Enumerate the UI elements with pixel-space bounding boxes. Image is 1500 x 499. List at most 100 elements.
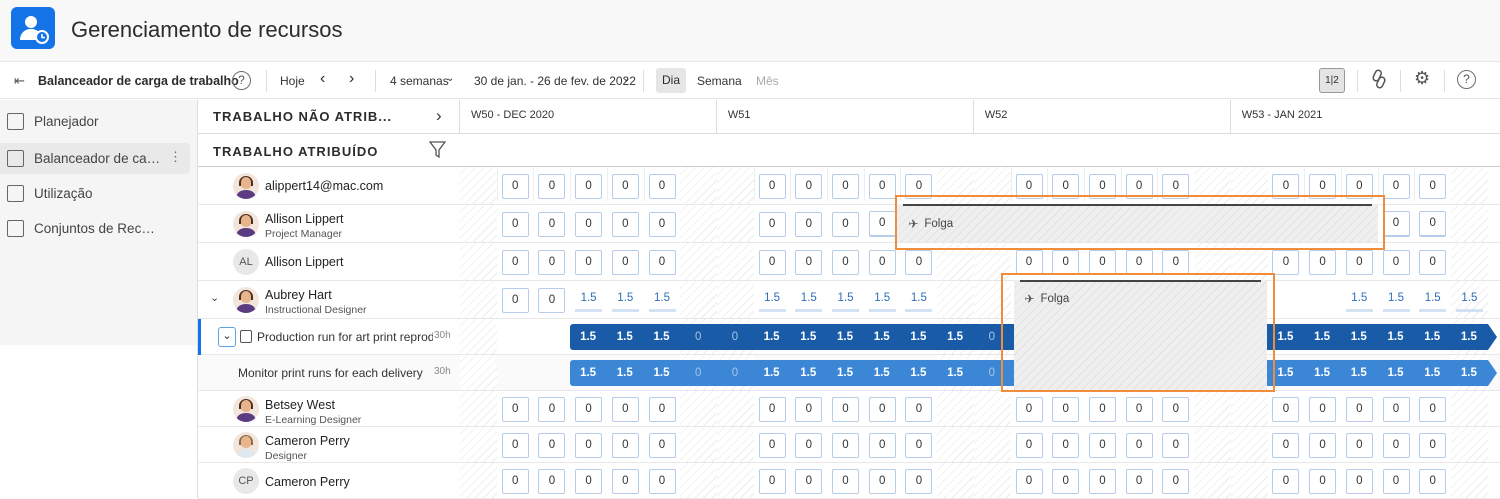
hours-cell[interactable]: 0: [1345, 432, 1373, 458]
date-range-dropdown[interactable]: 30 de jan. - 26 de fev. de 2022: [474, 74, 636, 88]
hours-cell[interactable]: 0: [501, 249, 529, 275]
hours-cell[interactable]: 0: [1419, 432, 1447, 458]
view-month-button[interactable]: Mês: [756, 74, 779, 88]
hours-cell[interactable]: 0: [758, 249, 786, 275]
hours-cell[interactable]: 0: [501, 211, 529, 237]
hours-cell[interactable]: 0: [1088, 432, 1116, 458]
hours-cell[interactable]: 0: [758, 468, 786, 494]
chevron-down-icon[interactable]: ⌄: [210, 291, 219, 304]
hours-cell[interactable]: 0: [501, 468, 529, 494]
hours-cell[interactable]: 0: [575, 468, 603, 494]
hours-cell[interactable]: 0: [1015, 468, 1043, 494]
hours-cell[interactable]: 0: [1419, 211, 1447, 236]
hours-cell[interactable]: 0: [611, 173, 639, 199]
hours-cell[interactable]: 0: [1272, 396, 1300, 422]
hours-cell[interactable]: 0: [1382, 249, 1410, 275]
gear-icon[interactable]: ⚙: [1414, 68, 1430, 89]
hours-cell[interactable]: 0: [1419, 468, 1447, 494]
hours-cell[interactable]: 0: [538, 211, 566, 237]
hours-cell[interactable]: 0: [648, 468, 676, 494]
hours-cell[interactable]: 0: [575, 211, 603, 237]
hours-cell[interactable]: 0: [1272, 432, 1300, 458]
hours-cell[interactable]: 0: [1015, 432, 1043, 458]
hours-cell[interactable]: 0: [758, 173, 786, 199]
hours-cell[interactable]: 0: [795, 432, 823, 458]
hours-cell[interactable]: 0: [832, 211, 859, 237]
hours-cell[interactable]: 0: [868, 211, 896, 236]
hours-cell[interactable]: 0: [501, 173, 529, 199]
task-name[interactable]: Monitor print runs for each delivery: [238, 366, 428, 380]
hours-cell[interactable]: 0: [1088, 249, 1116, 275]
hours-cell[interactable]: 0: [1125, 249, 1153, 275]
hours-cell[interactable]: 0: [832, 173, 859, 199]
hours-cell[interactable]: 0: [538, 468, 566, 494]
hours-cell[interactable]: 0: [1382, 173, 1410, 199]
hours-cell[interactable]: 0: [832, 396, 859, 422]
hours-cell[interactable]: 0: [1088, 468, 1116, 494]
previous-arrow-icon[interactable]: ‹: [320, 70, 325, 88]
hours-cell[interactable]: 0: [1309, 468, 1337, 494]
hours-cell[interactable]: 0: [1162, 249, 1190, 275]
hours-cell[interactable]: 0: [538, 173, 566, 199]
hours-cell[interactable]: 0: [648, 249, 676, 275]
hours-cell[interactable]: 0: [1125, 432, 1153, 458]
today-button[interactable]: Hoje: [280, 74, 305, 88]
hours-cell[interactable]: 0: [832, 468, 859, 494]
hours-cell[interactable]: 0: [538, 396, 566, 422]
filter-icon[interactable]: [428, 141, 447, 163]
hours-cell[interactable]: 0: [501, 287, 529, 313]
hours-cell[interactable]: 0: [1345, 468, 1373, 494]
link-icon[interactable]: [1370, 69, 1388, 92]
hours-cell[interactable]: 0: [1419, 173, 1447, 199]
hours-cell[interactable]: 0: [1052, 249, 1080, 275]
hours-cell[interactable]: 0: [868, 432, 896, 458]
hours-cell[interactable]: 0: [758, 211, 786, 237]
hours-cell[interactable]: 0: [1162, 432, 1190, 458]
hours-cell[interactable]: 0: [1162, 396, 1190, 422]
hours-cell[interactable]: 0: [1309, 249, 1337, 275]
hours-cell[interactable]: 0: [1382, 211, 1410, 236]
sidebar-item-utilization[interactable]: Utilização: [0, 178, 190, 209]
hours-cell[interactable]: 0: [501, 396, 529, 422]
hours-cell[interactable]: 0: [1015, 249, 1043, 275]
hours-cell[interactable]: 0: [832, 249, 859, 275]
hours-cell[interactable]: 0: [1382, 468, 1410, 494]
hours-cell[interactable]: 0: [1382, 432, 1410, 458]
hours-cell[interactable]: 0: [538, 432, 566, 458]
hours-cell[interactable]: 0: [868, 249, 896, 275]
hours-cell[interactable]: 0: [905, 249, 933, 275]
weeks-dropdown[interactable]: 4 semanas: [390, 74, 449, 88]
hours-cell[interactable]: 0: [795, 173, 823, 199]
hours-cell[interactable]: 0: [1162, 468, 1190, 494]
chevron-right-icon[interactable]: ›: [436, 106, 442, 126]
hours-cell[interactable]: 0: [868, 468, 896, 494]
hours-cell[interactable]: 0: [758, 432, 786, 458]
hours-cell[interactable]: 0: [1309, 396, 1337, 422]
hours-cell[interactable]: 0: [611, 396, 639, 422]
split-view-button[interactable]: 1|2: [1319, 68, 1345, 93]
hours-cell[interactable]: 0: [538, 249, 566, 275]
drag-handle-icon[interactable]: ⋮: [169, 149, 182, 165]
hours-cell[interactable]: 0: [648, 211, 676, 237]
hours-cell[interactable]: 0: [1272, 468, 1300, 494]
hours-cell[interactable]: 0: [1125, 468, 1153, 494]
unassigned-work-header[interactable]: TRABALHO NÃO ATRIB...: [213, 109, 392, 124]
hours-cell[interactable]: 0: [1345, 396, 1373, 422]
hours-cell[interactable]: 0: [1345, 249, 1373, 275]
hours-cell[interactable]: 0: [1272, 249, 1300, 275]
hours-cell[interactable]: 0: [868, 173, 896, 199]
hours-cell[interactable]: 0: [1052, 396, 1080, 422]
sidebar-item-resource-pools[interactable]: Conjuntos de Recursos: [0, 213, 190, 244]
hours-cell[interactable]: 0: [868, 396, 896, 422]
hours-cell[interactable]: 0: [611, 249, 639, 275]
task-name[interactable]: Production run for art print reproductio…: [257, 330, 433, 344]
hours-cell[interactable]: 0: [1052, 468, 1080, 494]
hours-cell[interactable]: 0: [905, 396, 933, 422]
hours-cell[interactable]: 0: [575, 173, 603, 199]
view-day-button[interactable]: Dia: [656, 68, 686, 93]
hours-cell[interactable]: 0: [758, 396, 786, 422]
view-week-button[interactable]: Semana: [697, 74, 742, 88]
hours-cell[interactable]: 0: [648, 432, 676, 458]
hours-cell[interactable]: 0: [538, 287, 566, 313]
hours-cell[interactable]: 0: [1419, 396, 1447, 422]
